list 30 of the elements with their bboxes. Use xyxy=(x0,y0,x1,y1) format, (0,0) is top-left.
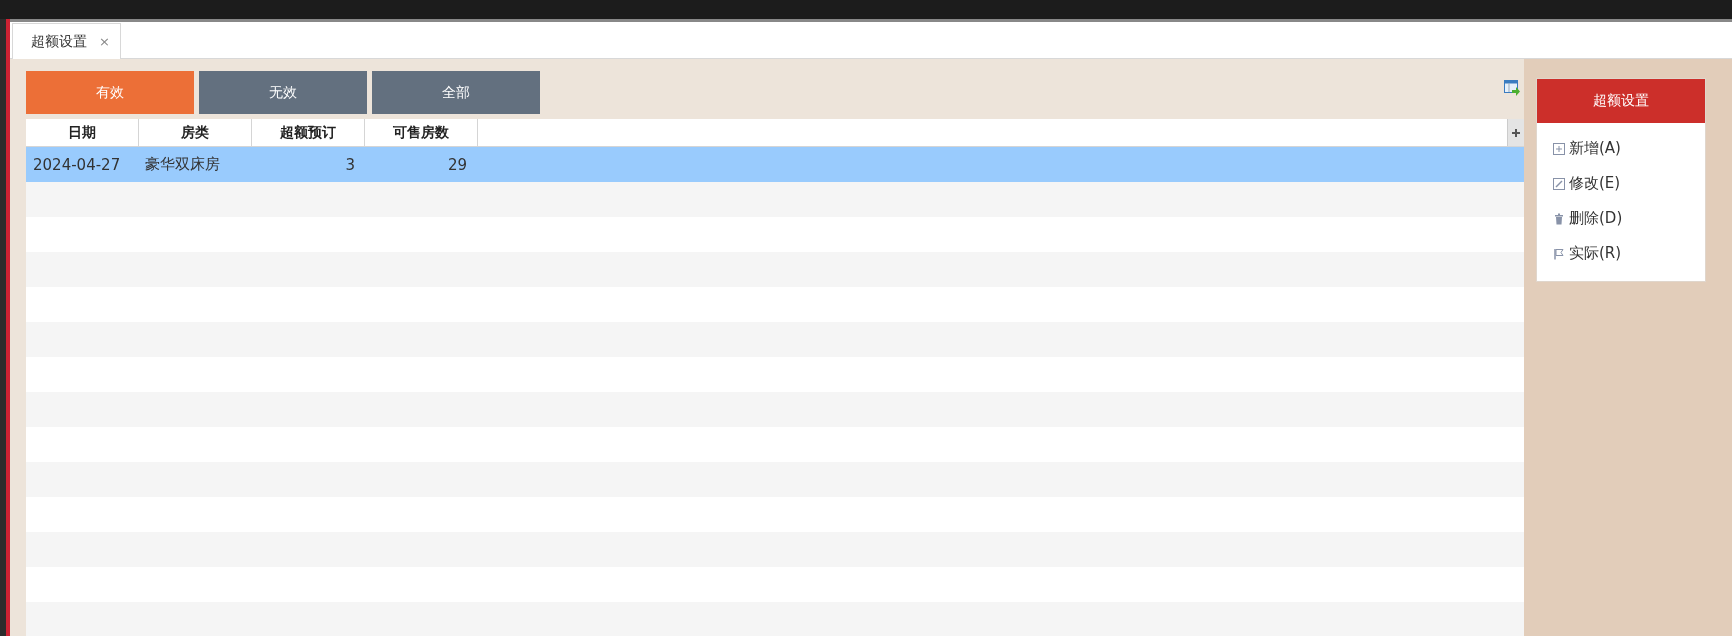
column-header[interactable]: 可售房数 xyxy=(365,119,478,146)
add-column-button[interactable] xyxy=(1507,119,1524,146)
plus-icon xyxy=(1512,128,1520,137)
table-cell-text: 3 xyxy=(344,155,356,174)
table-cell-text: 豪华双床房 xyxy=(144,155,221,174)
column-header[interactable]: 日期 xyxy=(26,119,139,146)
menu-item[interactable]: 修改(E) xyxy=(1553,166,1621,201)
export-table-icon[interactable] xyxy=(1504,80,1520,96)
menu-item-label: 实际(R) xyxy=(1569,244,1622,263)
tab-label: 超额设置 xyxy=(31,32,87,51)
menu-item[interactable]: 实际(R) xyxy=(1553,236,1622,271)
menu-item-label: 修改(E) xyxy=(1569,174,1621,193)
menu-item[interactable]: 新增(A) xyxy=(1553,131,1621,166)
filter-button[interactable]: 无效 xyxy=(199,71,367,114)
card-title: 超额设置 xyxy=(1537,79,1705,123)
close-icon[interactable]: × xyxy=(99,34,110,49)
table-cell-text: 2024-04-27 xyxy=(32,155,122,174)
column-header[interactable]: 房类 xyxy=(139,119,252,146)
column-header[interactable]: 超额预订 xyxy=(252,119,365,146)
filter-button[interactable]: 全部 xyxy=(372,71,540,114)
menu-item-label: 新增(A) xyxy=(1569,139,1621,158)
table-cell-text: 29 xyxy=(446,155,468,174)
edit-icon xyxy=(1553,177,1565,190)
trash-icon xyxy=(1553,212,1565,225)
flag-icon xyxy=(1553,247,1565,260)
table-row[interactable]: 2024-04-27 豪华双床房 3 29 xyxy=(26,147,1524,182)
tab[interactable]: 超额设置 × xyxy=(12,23,121,59)
add-icon xyxy=(1553,142,1565,155)
menu-item[interactable]: 删除(D) xyxy=(1553,201,1623,236)
menu-item-label: 删除(D) xyxy=(1569,209,1623,228)
